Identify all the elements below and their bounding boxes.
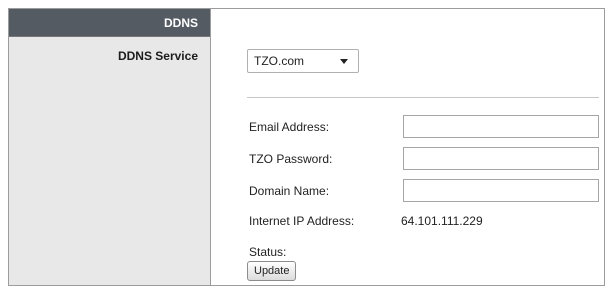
ddns-panel: DDNS DDNS Service TZO.com Email Address:… [8,8,605,286]
ddns-service-selected-value: TZO.com [254,54,304,68]
domain-name-input[interactable] [403,179,599,202]
tzo-password-label: TZO Password: [249,152,333,166]
ddns-service-select[interactable]: TZO.com [247,49,359,73]
internet-ip-address-value: 64.101.111.229 [401,214,483,228]
update-button[interactable]: Update [247,261,297,281]
domain-name-label: Domain Name: [249,184,330,198]
chevron-down-icon [340,59,348,64]
sidebar-item-ddns-service: DDNS Service [117,49,198,63]
internet-ip-address-label: Internet IP Address: [249,214,355,228]
section-header: DDNS [9,9,210,37]
divider [247,97,599,98]
tzo-password-input[interactable] [403,147,599,170]
sidebar: DDNS DDNS Service [9,9,211,285]
email-address-input[interactable] [403,115,599,138]
main-content: TZO.com Email Address: TZO Password: Dom… [211,9,604,285]
status-label: Status: [249,245,287,259]
email-address-label: Email Address: [249,120,330,134]
